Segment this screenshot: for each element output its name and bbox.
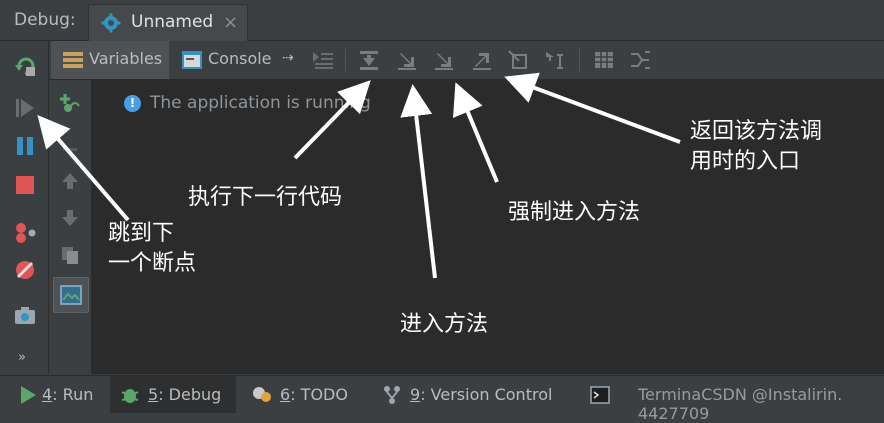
bug-icon xyxy=(121,389,139,403)
tab-todo[interactable]: 6: TODO xyxy=(242,376,362,413)
tab-run[interactable]: 4: Run xyxy=(8,376,104,413)
annotation-force-step-into: 强制进入方法 xyxy=(508,200,641,225)
annotation-step-out: 返回该方法调 用时的入口 xyxy=(690,119,823,174)
session-name: Unnamed xyxy=(131,12,214,32)
tab-variables[interactable]: Variables xyxy=(51,41,169,79)
step-out-icon[interactable] xyxy=(471,49,493,71)
tab-version-control[interactable]: 9: Version Control xyxy=(372,376,572,413)
restore-layout-button[interactable] xyxy=(53,277,89,313)
more-actions-icon[interactable]: » xyxy=(18,350,26,365)
arrow-up-icon[interactable] xyxy=(59,170,81,192)
variables-icon xyxy=(63,52,83,68)
todo-icon xyxy=(253,387,271,402)
debug-left-toolbar: » xyxy=(0,41,49,374)
toolbar-separator xyxy=(579,49,580,71)
annotation-next-breakpoint: 跳到下 一个断点 xyxy=(108,221,197,276)
tab-debug-label: 5: Debug xyxy=(148,385,222,404)
tab-console-label: Console xyxy=(208,49,272,68)
step-into-icon[interactable] xyxy=(396,49,418,71)
evaluate-expression-icon[interactable] xyxy=(593,49,615,71)
pin-tab-icon[interactable]: ⇢ xyxy=(282,50,294,66)
tab-run-label: 4: Run xyxy=(42,385,94,404)
rerun-icon[interactable] xyxy=(12,53,38,79)
tab-console[interactable]: Console ⇢ xyxy=(170,41,300,79)
arrow-down-icon[interactable] xyxy=(59,207,81,229)
tool-window-bar: 4: Run 5: Debug 6: TODO 9: Version Contr… xyxy=(0,375,884,423)
annotation-step-over: 执行下一行代码 xyxy=(188,185,343,210)
drop-frame-icon[interactable] xyxy=(507,49,529,71)
vcs-icon xyxy=(384,386,400,404)
frames-toolbar xyxy=(49,80,92,374)
stop-icon[interactable] xyxy=(12,172,38,198)
annotation-step-into: 进入方法 xyxy=(400,312,489,337)
camera-icon[interactable] xyxy=(12,303,38,329)
pause-icon[interactable] xyxy=(12,133,38,159)
terminal-icon[interactable] xyxy=(590,385,610,405)
run-to-cursor-icon[interactable] xyxy=(545,49,567,71)
toolbar-separator xyxy=(345,49,346,71)
tab-todo-label: 6: TODO xyxy=(280,385,348,404)
add-watch-icon[interactable] xyxy=(59,92,81,114)
tab-debug[interactable]: 5: Debug xyxy=(110,376,236,413)
close-icon[interactable]: × xyxy=(223,12,238,33)
layout-icon xyxy=(60,285,82,305)
info-icon: ! xyxy=(124,95,141,112)
resume-icon[interactable] xyxy=(12,95,38,121)
copy-icon[interactable] xyxy=(59,244,81,266)
debug-label: Debug: xyxy=(14,10,76,30)
debug-titlebar: Debug: Unnamed × xyxy=(0,0,884,41)
tab-variables-label: Variables xyxy=(89,49,163,68)
show-execution-point-icon[interactable] xyxy=(312,49,334,71)
console-icon xyxy=(182,51,202,69)
tab-vcs-label: 9: Version Control xyxy=(410,385,553,404)
step-over-icon[interactable] xyxy=(358,49,380,71)
debug-toolbar: Variables Console ⇢ xyxy=(49,41,884,80)
trace-stream-icon[interactable] xyxy=(629,49,651,71)
mute-breakpoints-icon[interactable] xyxy=(12,257,38,283)
minus-icon[interactable] xyxy=(59,138,81,160)
session-tab-unnamed[interactable]: Unnamed × xyxy=(88,4,248,41)
view-breakpoints-icon[interactable] xyxy=(12,220,38,246)
gear-icon xyxy=(101,13,121,33)
watermark: TerminaCSDN @Instalirin. 4427709 xyxy=(638,385,843,423)
run-icon xyxy=(21,386,36,404)
force-step-into-icon[interactable] xyxy=(433,49,455,71)
status-message: The application is running xyxy=(150,93,371,113)
